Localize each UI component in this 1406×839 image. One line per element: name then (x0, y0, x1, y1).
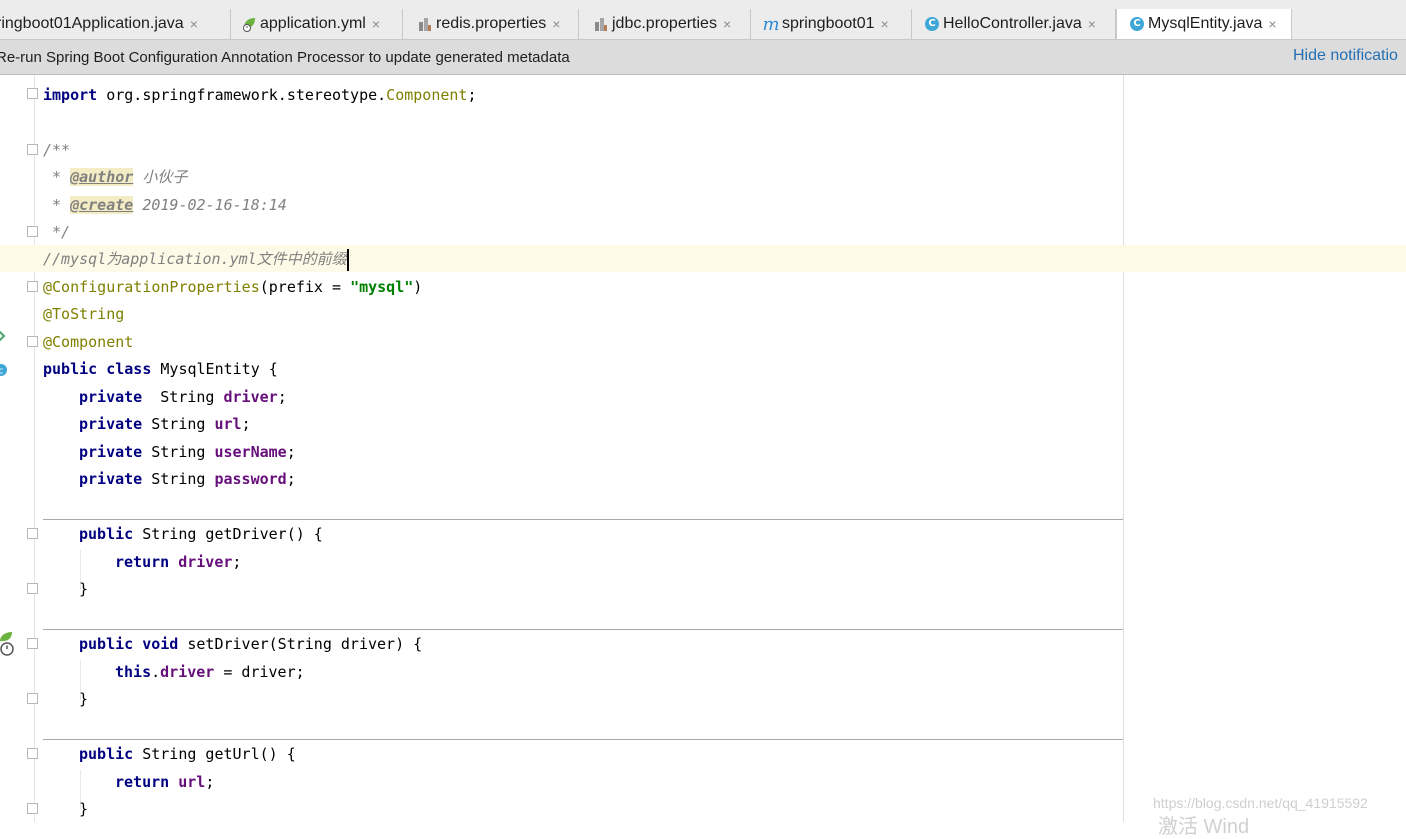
code-line: * @author 小伙子 (43, 168, 188, 186)
notification-bar: Re-run Spring Boot Configuration Annotat… (0, 40, 1406, 75)
fold-marker[interactable] (27, 583, 38, 594)
tab-label: HelloController.java (943, 15, 1082, 32)
tab-label: springboot01 (782, 15, 875, 32)
code-line: return url; (115, 773, 215, 791)
properties-file-icon (593, 16, 609, 32)
code-line: public void setDriver(String driver) { (79, 635, 423, 653)
editor-gutter (0, 75, 35, 822)
blog-watermark: https://blog.csdn.net/qq_41915592 (1153, 795, 1368, 811)
implemented-gutter-icon[interactable] (0, 329, 8, 348)
spring-bean-gutter-icon[interactable] (0, 631, 16, 662)
code-line: public String getUrl() { (79, 745, 296, 763)
right-margin-guide (1123, 75, 1124, 822)
fold-marker[interactable] (27, 803, 38, 814)
fold-marker[interactable] (27, 336, 38, 347)
code-line: @ConfigurationProperties(prefix = "mysql… (43, 278, 423, 296)
fold-marker[interactable] (27, 88, 38, 99)
class-gutter-icon[interactable]: c (0, 363, 8, 382)
code-line: this.driver = driver; (115, 663, 305, 681)
notification-message: Re-run Spring Boot Configuration Annotat… (0, 49, 570, 66)
close-icon[interactable]: × (881, 16, 889, 32)
tab-label: ringboot01Application.java (0, 15, 184, 32)
close-icon[interactable]: × (190, 16, 198, 32)
method-separator (43, 739, 1123, 740)
code-line: */ (43, 223, 71, 241)
code-line: public class MysqlEntity { (43, 360, 278, 378)
tab-redis-properties[interactable]: redis.properties × (403, 9, 579, 39)
close-icon[interactable]: × (723, 16, 731, 32)
fold-marker[interactable] (27, 281, 38, 292)
method-separator (43, 629, 1123, 630)
code-line: private String password; (79, 470, 296, 488)
class-icon: C (1129, 16, 1145, 32)
method-separator (43, 519, 1123, 520)
close-icon[interactable]: × (372, 16, 380, 32)
fold-marker[interactable] (27, 528, 38, 539)
fold-marker[interactable] (27, 638, 38, 649)
tab-mysqlentity[interactable]: C MysqlEntity.java × (1116, 9, 1292, 39)
code-line: @Component (43, 333, 134, 351)
class-icon: C (924, 16, 940, 32)
fold-marker[interactable] (27, 144, 38, 155)
tab-label: jdbc.properties (612, 15, 717, 32)
code-line: @ToString (43, 305, 125, 323)
code-editor[interactable]: c import org.springframework.stereotype.… (0, 75, 1406, 822)
tab-hellocontroller[interactable]: C HelloController.java × (912, 9, 1116, 39)
code-line: //mysql为application.yml文件中的前缀 (43, 246, 349, 273)
code-line: private String driver; (79, 388, 287, 406)
activation-watermark: 激活 Wind (1158, 816, 1250, 838)
close-icon[interactable]: × (552, 16, 560, 32)
code-line: private String userName; (79, 443, 296, 461)
code-line: private String url; (79, 415, 251, 433)
spring-boot-icon (241, 16, 257, 32)
code-line: } (79, 690, 89, 708)
close-icon[interactable]: × (1088, 16, 1096, 32)
editor-tab-bar: ringboot01Application.java × application… (0, 6, 1406, 40)
maven-icon: m (762, 13, 780, 35)
close-icon[interactable]: × (1268, 16, 1276, 32)
svg-text:c: c (0, 367, 4, 377)
tab-label: redis.properties (436, 15, 547, 32)
code-line: } (79, 800, 89, 818)
hide-notification-link[interactable]: Hide notificatio (1293, 47, 1398, 65)
tab-application-yml[interactable]: application.yml × (231, 9, 403, 39)
text-caret (346, 248, 349, 271)
properties-file-icon (417, 16, 433, 32)
fold-marker[interactable] (27, 748, 38, 759)
tab-jdbc-properties[interactable]: jdbc.properties × (579, 9, 751, 39)
code-line: public String getDriver() { (79, 525, 323, 543)
code-line: import org.springframework.stereotype.Co… (43, 86, 477, 104)
tab-springboot01-pom[interactable]: m springboot01 × (751, 9, 912, 39)
code-line: return driver; (115, 553, 242, 571)
tab-label: MysqlEntity.java (1148, 15, 1263, 32)
tab-springboot01application[interactable]: ringboot01Application.java × (0, 9, 231, 39)
code-line: } (79, 580, 89, 598)
tab-label: application.yml (260, 15, 366, 32)
code-line: /** (43, 141, 71, 159)
fold-marker[interactable] (27, 226, 38, 237)
code-line: * @create 2019-02-16-18:14 (43, 196, 287, 214)
fold-marker[interactable] (27, 693, 38, 704)
